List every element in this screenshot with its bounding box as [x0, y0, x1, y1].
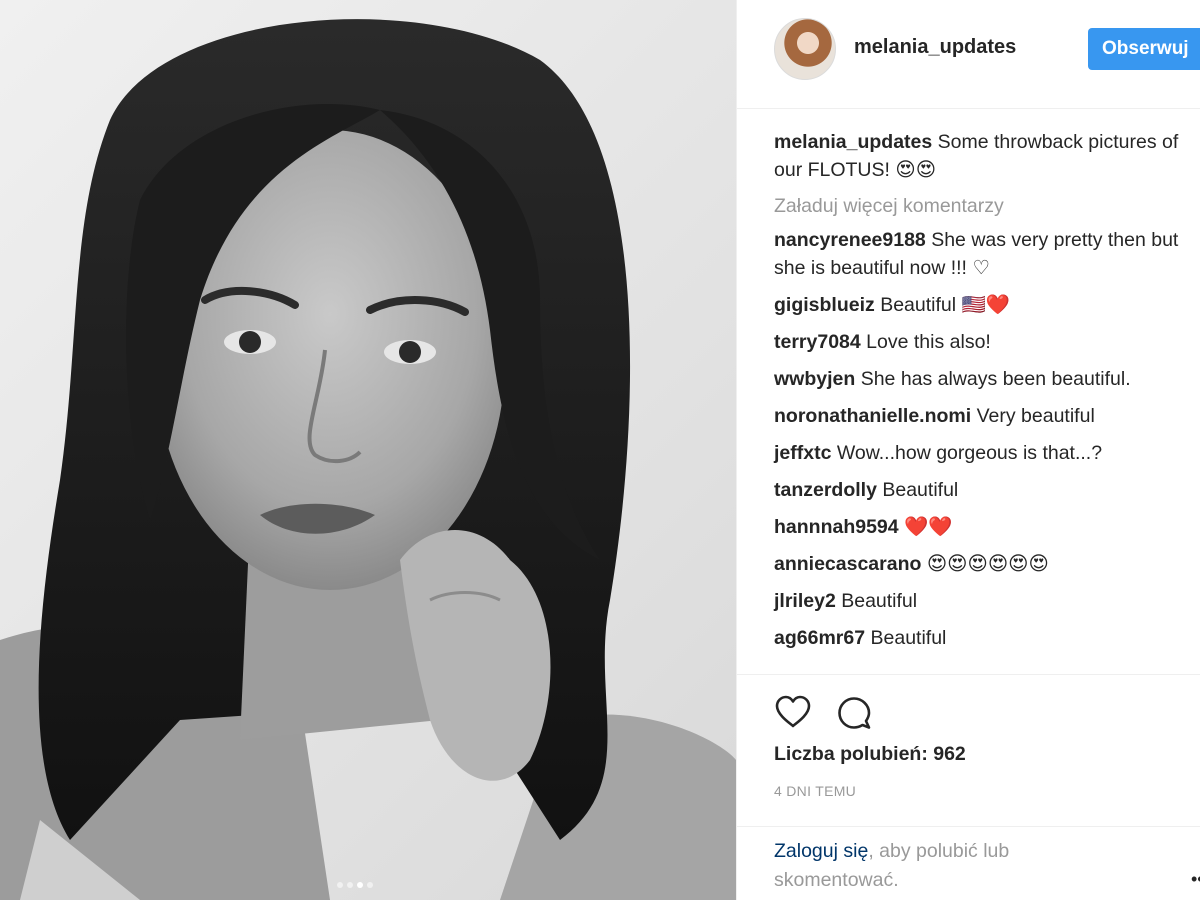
post-actions: Liczba polubień: 962 4 DNI TEMU — [737, 674, 1200, 799]
comment-row: ag66mr67 Beautiful — [774, 624, 1200, 652]
comment-username[interactable]: wwbyjen — [774, 368, 855, 390]
comment-username[interactable]: anniecascarano — [774, 553, 921, 575]
comment-row: terry7084 Love this also! — [774, 328, 1200, 356]
comment-row: wwbyjen She has always been beautiful. — [774, 365, 1200, 393]
likes-count[interactable]: Liczba polubień: 962 — [774, 743, 966, 766]
comment-username[interactable]: hannnah9594 — [774, 516, 899, 538]
comment-username[interactable]: gigisblueiz — [774, 294, 875, 316]
carousel-dot[interactable] — [347, 882, 353, 888]
login-prompt: Zaloguj się, aby polubić lub skomentować… — [737, 826, 1200, 901]
comment-row: nancyrenee9188 She was very pretty then … — [774, 226, 1200, 282]
caption-username[interactable]: melania_updates — [774, 131, 932, 153]
comment-username[interactable]: nancyrenee9188 — [774, 229, 926, 251]
comment-row: jlriley2 Beautiful — [774, 587, 1200, 615]
comment-username[interactable]: jeffxtc — [774, 442, 831, 464]
carousel-dot[interactable] — [337, 882, 343, 888]
post-photo[interactable] — [0, 0, 736, 900]
comment-username[interactable]: noronathanielle.nomi — [774, 405, 971, 427]
comment-text: She has always been beautiful. — [860, 368, 1131, 390]
post-header: melania_updates Obserwuj — [737, 0, 1200, 109]
comment-row: jeffxtc Wow...how gorgeous is that...? — [774, 439, 1200, 467]
portrait-image — [0, 19, 736, 900]
comment-text: 😍😍😍😍😍😍 — [926, 553, 1049, 575]
heart-outline-icon[interactable] — [774, 695, 812, 729]
header-username[interactable]: melania_updates — [854, 36, 1016, 59]
carousel-dot[interactable] — [367, 882, 373, 888]
login-link[interactable]: Zaloguj się — [774, 840, 868, 862]
comment-username[interactable]: jlriley2 — [774, 590, 836, 612]
comment-text: Wow...how gorgeous is that...? — [836, 442, 1103, 464]
comment-row: hannnah9594 ❤️❤️ — [774, 513, 1200, 541]
login-text: Zaloguj się, aby polubić lub skomentować… — [774, 837, 1074, 895]
comment-text: ❤️❤️ — [904, 516, 953, 538]
load-more-comments-link[interactable]: Załaduj więcej komentarzy — [774, 192, 1200, 220]
avatar[interactable] — [774, 18, 836, 80]
comment-row: tanzerdolly Beautiful — [774, 476, 1200, 504]
comments-list: melania_updates Some throwback pictures … — [774, 128, 1200, 661]
carousel-dot-active[interactable] — [357, 882, 363, 888]
carousel-indicator — [337, 882, 373, 888]
follow-button[interactable]: Obserwuj — [1088, 28, 1200, 70]
comment-row: anniecascarano 😍😍😍😍😍😍 — [774, 550, 1200, 578]
comment-text: Beautiful 🇺🇸❤️ — [880, 294, 1011, 316]
comment-username[interactable]: terry7084 — [774, 331, 861, 353]
comment-text: Beautiful — [841, 590, 918, 612]
post-timestamp: 4 DNI TEMU — [774, 783, 857, 799]
comment-username[interactable]: tanzerdolly — [774, 479, 877, 501]
caption: melania_updates Some throwback pictures … — [774, 128, 1200, 184]
comment-text: Beautiful — [870, 627, 947, 649]
comment-text: Beautiful — [882, 479, 959, 501]
comment-row: gigisblueiz Beautiful 🇺🇸❤️ — [774, 291, 1200, 319]
comment-row: noronathanielle.nomi Very beautiful — [774, 402, 1200, 430]
comment-bubble-icon[interactable] — [836, 695, 872, 731]
comment-text: Love this also! — [866, 331, 991, 353]
post-side-panel: melania_updates Obserwuj melania_updates… — [736, 0, 1200, 900]
comment-text: Very beautiful — [976, 405, 1095, 427]
more-options-icon[interactable]: ••• — [1191, 869, 1200, 890]
comment-username[interactable]: ag66mr67 — [774, 627, 865, 649]
